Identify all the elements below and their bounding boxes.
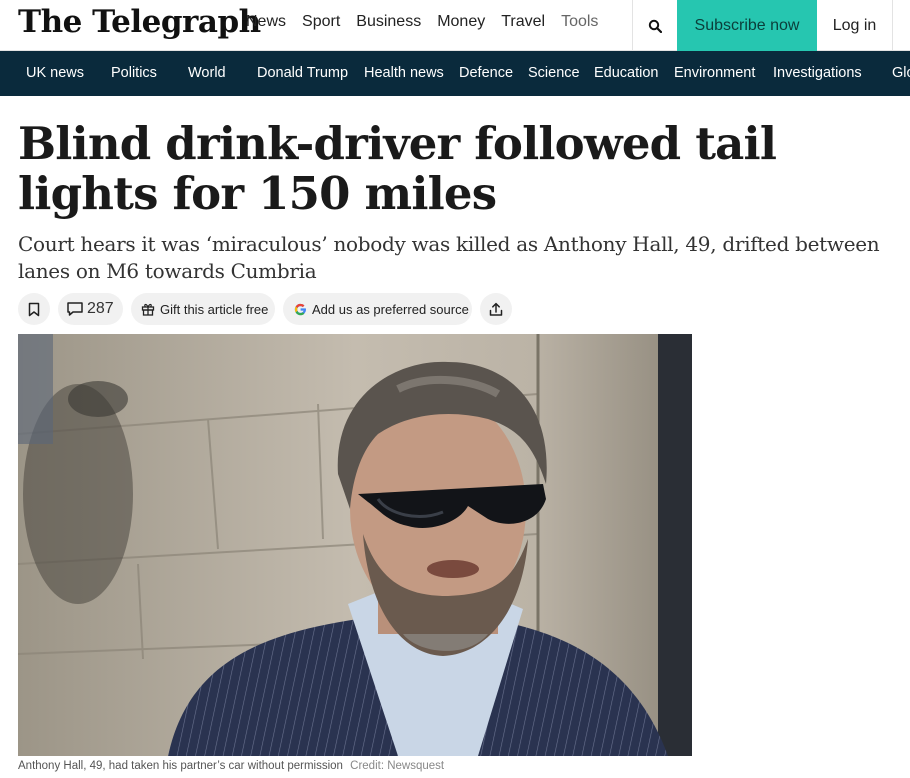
section-nav-donald-trump[interactable]: Donald Trump: [257, 65, 348, 81]
gift-icon: [141, 303, 155, 316]
top-nav-travel[interactable]: Travel: [501, 0, 545, 51]
comment-count: 287: [87, 300, 114, 317]
image-caption-text: Anthony Hall, 49, had taken his partner’…: [18, 760, 343, 772]
search-icon: [648, 19, 662, 33]
comment-icon: [67, 302, 83, 316]
preferred-source-button[interactable]: Add us as preferred source: [283, 293, 472, 325]
bookmark-icon: [28, 302, 40, 316]
top-nav-business[interactable]: Business: [356, 0, 421, 51]
section-nav-science[interactable]: Science: [528, 65, 580, 81]
section-nav-education[interactable]: Education: [594, 65, 659, 81]
login-button[interactable]: Log in: [817, 0, 893, 51]
gift-article-button[interactable]: Gift this article free: [131, 293, 275, 325]
section-nav-health-news[interactable]: Health news: [364, 65, 444, 81]
article-headline: Blind drink-driver followed tail lights …: [18, 117, 777, 220]
share-button[interactable]: [480, 293, 512, 325]
image-credit: Credit: Newsquest: [350, 760, 445, 772]
article-image[interactable]: [18, 334, 692, 756]
site-logo[interactable]: The Telegraph: [18, 4, 261, 40]
section-nav-uk-news[interactable]: UK news: [26, 65, 84, 81]
top-nav-sport[interactable]: Sport: [302, 0, 340, 51]
top-nav-news[interactable]: News: [246, 0, 287, 58]
top-nav-tools[interactable]: Tools: [561, 0, 598, 51]
article-standfirst: Court hears it was ‘miraculous’ nobody w…: [18, 232, 880, 283]
subscribe-button[interactable]: Subscribe now: [677, 0, 817, 51]
share-icon: [489, 302, 503, 316]
preferred-source-label: Add us as preferred source: [312, 301, 469, 317]
google-icon: [294, 303, 306, 315]
section-nav-defence[interactable]: Defence: [459, 65, 513, 81]
article-photo-illustration: [18, 334, 692, 756]
top-nav: News Sport Business Money Travel Tools: [246, 0, 614, 58]
site-header: The Telegraph News Sport Business Money …: [0, 0, 910, 58]
bookmark-button[interactable]: [18, 293, 50, 325]
search-button[interactable]: [632, 0, 677, 51]
section-nav: UK news Politics World Donald Trump Heal…: [0, 51, 910, 96]
comments-button[interactable]: 287: [58, 293, 123, 325]
section-nav-environment[interactable]: Environment: [674, 65, 755, 81]
gift-article-label: Gift this article free: [160, 301, 269, 317]
section-nav-world[interactable]: World: [188, 65, 226, 81]
section-nav-global[interactable]: Glo: [892, 65, 910, 81]
section-nav-investigations[interactable]: Investigations: [773, 65, 862, 81]
image-caption: Anthony Hall, 49, had taken his partner’…: [18, 760, 444, 772]
section-nav-politics[interactable]: Politics: [111, 65, 157, 81]
top-nav-money[interactable]: Money: [437, 0, 485, 51]
